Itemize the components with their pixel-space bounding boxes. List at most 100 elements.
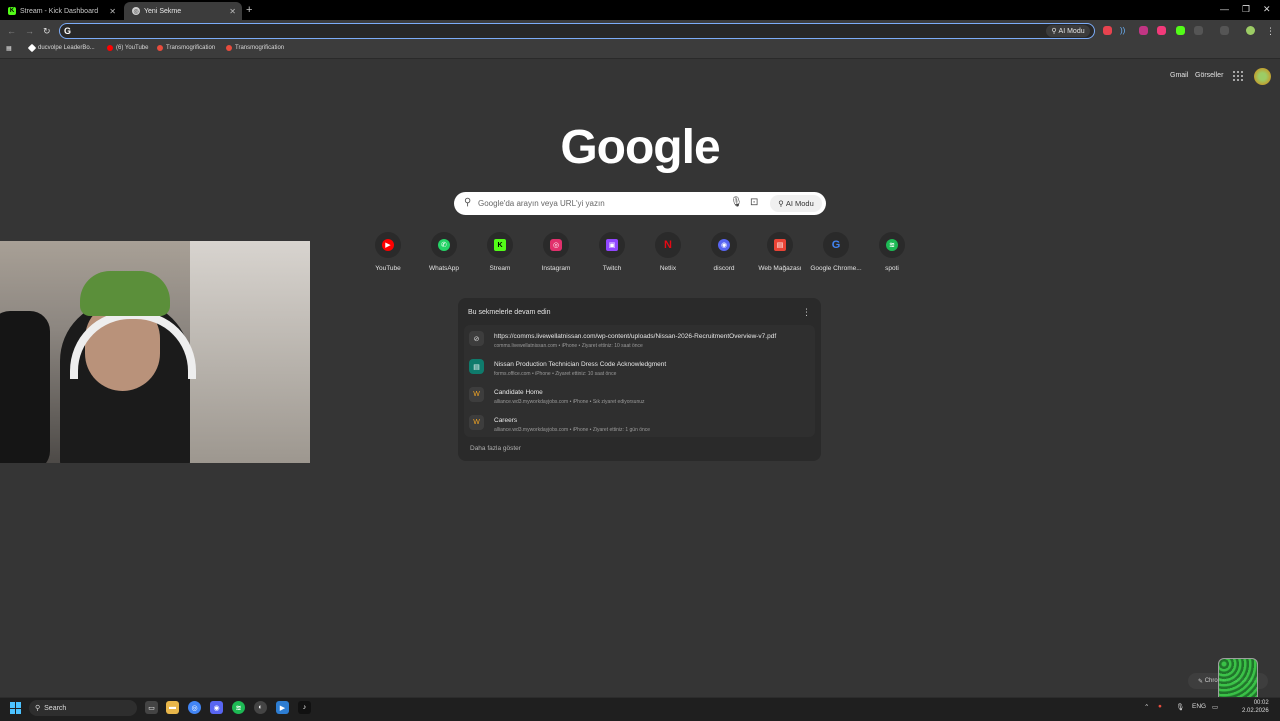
shortcut-discord[interactable]: ◉ discord	[696, 232, 752, 272]
obs-icon[interactable]: ◐	[254, 701, 267, 714]
ai-search-icon: ⚲	[778, 199, 786, 208]
tray-mic-icon[interactable]: 🎙	[1176, 703, 1184, 711]
more-options-icon[interactable]: ⋮	[802, 307, 811, 318]
workday-icon: W	[469, 415, 484, 430]
list-item[interactable]: ▤ Nissan Production Technician Dress Cod…	[464, 353, 815, 381]
tab-new-tab[interactable]: ◎ Yeni Sekme ✕	[124, 2, 242, 20]
bookmark-label: Transmogrification	[235, 45, 285, 51]
google-icon: G	[64, 26, 72, 36]
extension-icon[interactable]	[1157, 26, 1166, 35]
menu-icon[interactable]: ⋮	[1266, 26, 1275, 36]
lens-icon[interactable]: ⊡	[750, 197, 758, 208]
task-view-icon[interactable]: ▭	[145, 701, 158, 714]
app-taskbar-icon[interactable]: ▶	[276, 701, 289, 714]
shortcut-netflix[interactable]: N Netlix	[640, 232, 696, 272]
ai-mode-button[interactable]: ⚲ AI Modu	[770, 195, 822, 212]
discord-taskbar-icon[interactable]: ◉	[210, 701, 223, 714]
profile-avatar[interactable]	[1246, 26, 1255, 35]
close-window-icon[interactable]: ✕	[1263, 4, 1271, 15]
shortcut-twitch[interactable]: ▣ Twitch	[584, 232, 640, 272]
shortcut-stream[interactable]: K Stream	[472, 232, 528, 272]
list-item[interactable]: ⊘ https://comms.livewellatnissan.com/wp-…	[464, 325, 815, 353]
new-tab-button[interactable]: +	[246, 4, 252, 16]
file-explorer-icon[interactable]: ▬	[166, 701, 179, 714]
item-subtitle: alliance.wd3.myworkdayjobs.com • iPhone …	[494, 399, 645, 405]
minimize-icon[interactable]: —	[1220, 4, 1229, 14]
item-title: Candidate Home	[494, 389, 543, 396]
ai-mode-button[interactable]: ⚲ AI Modu	[1046, 25, 1090, 37]
whatsapp-icon: ✆	[438, 239, 450, 251]
close-tab-icon[interactable]: ✕	[229, 7, 236, 16]
discord-icon: ◉	[718, 239, 730, 251]
tray-chevron-icon[interactable]: ⌃	[1144, 703, 1149, 711]
webcam-overlay	[0, 241, 310, 463]
bookmark-favicon-icon	[157, 45, 163, 51]
shortcut-web-store[interactable]: ▤ Web Mağazası	[752, 232, 808, 272]
tab-title: Yeni Sekme	[144, 7, 182, 15]
shortcut-label: YouTube	[375, 265, 401, 272]
forward-icon[interactable]: →	[25, 26, 34, 36]
tray-app-icon[interactable]: ●	[1158, 703, 1162, 710]
item-title: https://comms.livewellatnissan.com/wp-co…	[494, 333, 777, 340]
bookmark-item[interactable]: ducvolpe LeaderBo...	[27, 43, 95, 53]
apps-grid-icon[interactable]: ▦	[6, 45, 12, 52]
extension-icon[interactable]: ))	[1120, 26, 1129, 35]
account-avatar[interactable]	[1254, 68, 1271, 85]
address-bar[interactable]	[59, 23, 1095, 39]
shortcut-label: Stream	[489, 265, 511, 272]
shortcut-label: Twitch	[602, 265, 622, 272]
clock[interactable]: 00:02 2.02.2026	[1242, 699, 1269, 715]
extension-icon[interactable]	[1176, 26, 1185, 35]
workday-icon: W	[469, 387, 484, 402]
chrome-taskbar-icon[interactable]: ◎	[188, 701, 201, 714]
back-icon[interactable]: ←	[7, 26, 16, 36]
side-panel-icon[interactable]	[1220, 26, 1229, 35]
spotify-taskbar-icon[interactable]: ≋	[232, 701, 245, 714]
taskbar-search[interactable]: ⚲ Search	[29, 700, 137, 716]
shortcut-spotify[interactable]: ≋ spoti	[864, 232, 920, 272]
shortcut-label: Web Mağazası	[758, 265, 802, 272]
microphone-icon[interactable]: 🎙	[730, 197, 743, 208]
list-item[interactable]: W Candidate Home alliance.wd3.myworkdayj…	[464, 381, 815, 409]
language-indicator[interactable]: ENG	[1192, 703, 1206, 710]
shortcut-label: discord	[713, 265, 735, 272]
monitor-icon[interactable]: ▭	[1212, 703, 1218, 711]
bookmark-item[interactable]: Transmogrification	[226, 45, 284, 51]
chrome-icon: ◎	[132, 7, 140, 15]
close-tab-icon[interactable]: ✕	[109, 7, 116, 16]
tiktok-icon[interactable]: ♪	[298, 701, 311, 714]
google-apps-icon[interactable]	[1233, 71, 1243, 81]
search-box[interactable]: ⚲ Google'da arayın veya URL'yi yazın 🎙 ⊡…	[454, 192, 826, 215]
bookmark-label: ducvolpe LeaderBo...	[38, 45, 95, 51]
bookmark-label: Transmogrification	[166, 45, 216, 51]
pencil-icon: ✎	[1198, 678, 1205, 685]
web-store-icon: ▤	[774, 239, 786, 251]
reload-icon[interactable]: ↻	[43, 26, 51, 37]
ai-mode-label: AI Modu	[785, 199, 814, 208]
item-subtitle: comms.livewellatnissan.com • iPhone • Zi…	[494, 343, 643, 349]
list-item[interactable]: W Careers alliance.wd3.myworkdayjobs.com…	[464, 409, 815, 437]
search-input[interactable]: Google'da arayın veya URL'yi yazın	[478, 199, 605, 208]
extension-icon[interactable]	[1103, 26, 1112, 35]
kick-icon: K	[494, 239, 506, 251]
continue-tabs-card: Bu sekmelerle devam edin ⋮ ⊘ https://com…	[458, 298, 821, 461]
shortcut-instagram[interactable]: ◎ Instagram	[528, 232, 584, 272]
bookmark-item[interactable]: Transmogrification	[157, 45, 215, 51]
clock-time: 00:02	[1253, 700, 1269, 706]
windows-start-icon[interactable]	[10, 702, 22, 714]
shortcut-youtube[interactable]: ▶ YouTube	[360, 232, 416, 272]
extension-icon[interactable]	[1139, 26, 1148, 35]
images-link[interactable]: Görseller	[1195, 72, 1223, 79]
taskbar-search-label: Search	[44, 704, 67, 712]
gmail-link[interactable]: Gmail	[1170, 72, 1188, 79]
tab-kick-dashboard[interactable]: K Stream - Kick Dashboard ✕	[0, 2, 122, 20]
shortcut-label: Google Chrome...	[810, 265, 862, 272]
show-more-link[interactable]: Daha fazla göster	[470, 445, 521, 452]
item-subtitle: forms.office.com • iPhone • Ziyaret etti…	[494, 371, 617, 377]
item-title: Nissan Production Technician Dress Code …	[494, 361, 667, 368]
shortcut-google-chrome[interactable]: G Google Chrome...	[808, 232, 864, 272]
bookmark-item[interactable]: (6) YouTube	[107, 45, 148, 51]
extensions-puzzle-icon[interactable]	[1194, 26, 1203, 35]
shortcut-whatsapp[interactable]: ✆ WhatsApp	[416, 232, 472, 272]
restore-icon[interactable]: ❐	[1242, 4, 1250, 15]
